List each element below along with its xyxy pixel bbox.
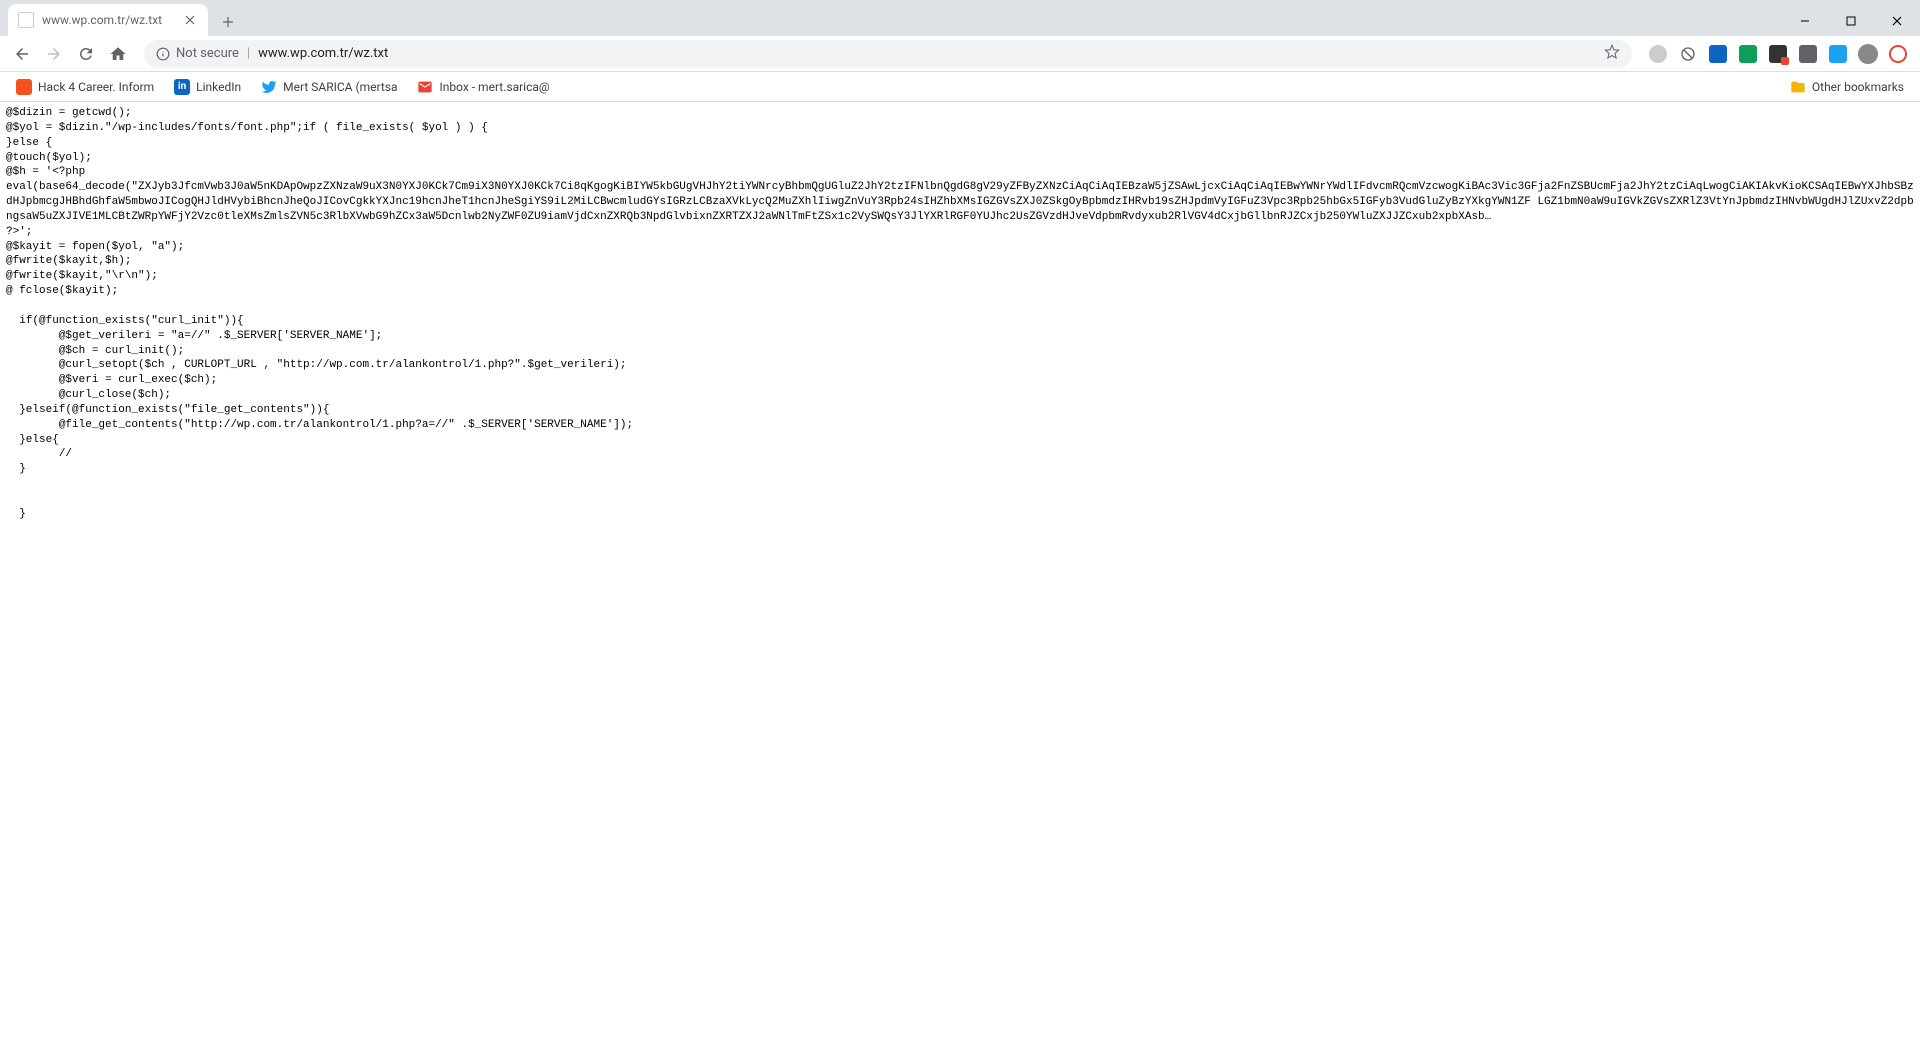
bookmark-linkedin[interactable]: in LinkedIn [166, 75, 249, 99]
folder-icon [1790, 79, 1806, 95]
close-tab-icon[interactable] [182, 12, 198, 28]
bookmark-label: Inbox - mert.sarica@ [439, 80, 549, 94]
extension-icon-8[interactable] [1888, 44, 1908, 64]
star-icon[interactable] [1604, 44, 1620, 64]
bookmark-label: Mert SARICA (mertsa [283, 80, 397, 94]
url-text: www.wp.com.tr/wz.txt [258, 46, 388, 61]
back-button[interactable] [8, 40, 36, 68]
other-bookmarks-label: Other bookmarks [1812, 80, 1904, 94]
extension-icon-3[interactable] [1708, 44, 1728, 64]
home-button[interactable] [104, 40, 132, 68]
browser-tab[interactable]: www.wp.com.tr/wz.txt [8, 4, 208, 36]
hack4career-icon [16, 79, 32, 95]
forward-button[interactable] [40, 40, 68, 68]
page-content[interactable]: @$dizin = getcwd(); @$yol = $dizin."/wp-… [0, 102, 1920, 526]
new-tab-button[interactable] [214, 8, 242, 36]
bookmark-gmail[interactable]: Inbox - mert.sarica@ [409, 75, 557, 99]
gmail-icon [417, 79, 433, 95]
bookmark-label: Hack 4 Career. Inform [38, 80, 154, 94]
reload-button[interactable] [72, 40, 100, 68]
extension-icon-7[interactable] [1828, 44, 1848, 64]
close-window-button[interactable] [1874, 6, 1920, 36]
extension-icon-6[interactable] [1798, 44, 1818, 64]
linkedin-icon: in [174, 79, 190, 95]
extension-icon-2[interactable] [1678, 44, 1698, 64]
extension-icon-1[interactable] [1648, 44, 1668, 64]
bookmark-twitter[interactable]: Mert SARICA (mertsa [253, 75, 405, 99]
profile-avatar[interactable] [1858, 44, 1878, 64]
extension-icon-4[interactable] [1738, 44, 1758, 64]
maximize-button[interactable] [1828, 6, 1874, 36]
other-bookmarks[interactable]: Other bookmarks [1782, 75, 1912, 99]
twitter-icon [261, 79, 277, 95]
security-indicator[interactable]: Not secure [156, 46, 239, 61]
minimize-button[interactable] [1782, 6, 1828, 36]
tab-title: www.wp.com.tr/wz.txt [42, 13, 174, 27]
info-icon [156, 47, 170, 61]
address-bar[interactable]: Not secure | www.wp.com.tr/wz.txt [144, 40, 1632, 68]
bookmark-label: LinkedIn [196, 80, 241, 94]
extension-icon-5[interactable] [1768, 44, 1788, 64]
not-secure-label: Not secure [176, 46, 239, 61]
bookmark-hack4career[interactable]: Hack 4 Career. Inform [8, 75, 162, 99]
page-favicon-icon [18, 12, 34, 28]
